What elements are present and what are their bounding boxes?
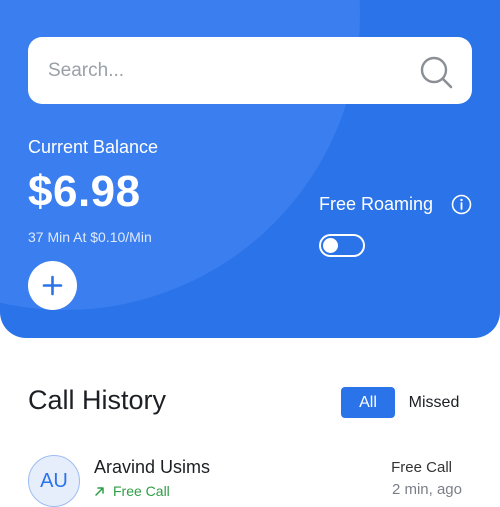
- rate-text: 37 Min At $0.10/Min: [28, 229, 152, 245]
- search-input[interactable]: [48, 55, 408, 87]
- filter-missed-button[interactable]: Missed: [401, 387, 467, 418]
- outgoing-arrow-icon: [95, 486, 104, 496]
- toggle-knob: [323, 238, 338, 253]
- balance-label: Current Balance: [28, 137, 159, 157]
- plus-icon: [42, 275, 63, 296]
- avatar: AU: [28, 455, 80, 507]
- balance-card: Current Balance $6.98 37 Min At $0.10/Mi…: [0, 0, 500, 338]
- balance-amount: $6.98: [28, 167, 141, 216]
- info-icon[interactable]: [451, 194, 472, 215]
- call-history-row[interactable]: AU Aravind Usims Free Call Free Call 2 m…: [0, 440, 500, 507]
- roaming-label: Free Roaming: [319, 194, 434, 214]
- search-icon[interactable]: [419, 55, 453, 89]
- caller-name: Aravind Usims: [94, 457, 211, 477]
- call-status-label: Free Call: [113, 483, 170, 499]
- call-type: Free Call: [391, 459, 452, 476]
- call-time: 2 min, ago: [391, 481, 462, 498]
- call-history-title: Call History: [28, 385, 167, 415]
- filter-all-button[interactable]: All: [341, 387, 395, 418]
- add-balance-button[interactable]: [28, 261, 77, 310]
- roaming-toggle[interactable]: [319, 234, 365, 257]
- search-bar[interactable]: [28, 37, 472, 104]
- call-status: Free Call: [94, 483, 170, 499]
